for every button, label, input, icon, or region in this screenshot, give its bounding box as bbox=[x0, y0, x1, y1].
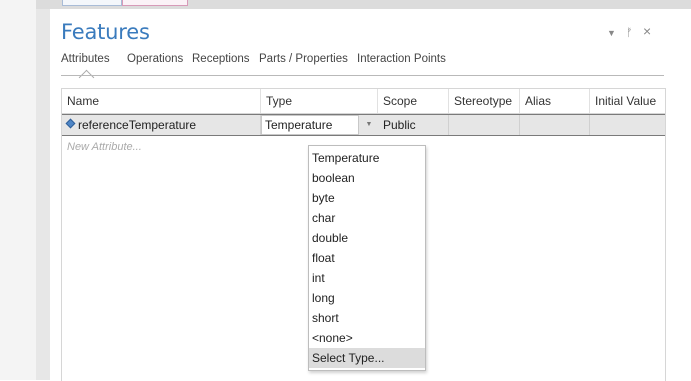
dropdown-option-long[interactable]: long bbox=[309, 288, 425, 308]
features-panel: Features ▼ ᚠ × Attributes Operations Rec… bbox=[50, 9, 691, 381]
dropdown-option-float[interactable]: float bbox=[309, 248, 425, 268]
dropdown-option-char[interactable]: char bbox=[309, 208, 425, 228]
tab-receptions[interactable]: Receptions bbox=[192, 53, 250, 65]
dropdown-option-temperature[interactable]: Temperature bbox=[309, 148, 425, 168]
type-dropdown-list: Temperature boolean byte char double flo… bbox=[308, 145, 426, 371]
dropdown-option-none[interactable]: <none> bbox=[309, 328, 425, 348]
column-header-type[interactable]: Type bbox=[261, 89, 378, 113]
dropdown-option-boolean[interactable]: boolean bbox=[309, 168, 425, 188]
tabs-divider bbox=[61, 75, 664, 76]
pin-icon[interactable]: ᚠ bbox=[626, 26, 633, 39]
column-header-scope[interactable]: Scope bbox=[378, 89, 449, 113]
column-header-alias[interactable]: Alias bbox=[520, 89, 590, 113]
type-dropdown-arrow-icon[interactable]: ▼ bbox=[359, 115, 379, 135]
doc-tab-fragment-2[interactable] bbox=[122, 0, 188, 6]
column-header-initial-value[interactable]: Initial Value bbox=[590, 89, 665, 113]
dropdown-option-double[interactable]: double bbox=[309, 228, 425, 248]
close-icon[interactable]: × bbox=[643, 23, 651, 39]
panel-title: Features bbox=[61, 20, 150, 44]
tab-operations[interactable]: Operations bbox=[127, 53, 183, 65]
panel-menu-icon[interactable]: ▼ bbox=[607, 28, 616, 38]
new-attribute-placeholder[interactable]: New Attribute... bbox=[67, 141, 142, 153]
column-header-stereotype[interactable]: Stereotype bbox=[449, 89, 520, 113]
tab-parts-properties[interactable]: Parts / Properties bbox=[259, 53, 348, 65]
cell-alias[interactable] bbox=[520, 115, 590, 135]
active-tab-indicator bbox=[78, 69, 95, 86]
dropdown-option-int[interactable]: int bbox=[309, 268, 425, 288]
attribute-name: referenceTemperature bbox=[78, 118, 197, 132]
cell-initial-value[interactable] bbox=[590, 115, 665, 135]
left-strip bbox=[36, 0, 50, 380]
cell-name[interactable]: referenceTemperature bbox=[62, 115, 261, 135]
dropdown-option-short[interactable]: short bbox=[309, 308, 425, 328]
table-row[interactable]: referenceTemperature Temperature ▼ Publi… bbox=[62, 114, 665, 136]
grid-header: Name Type Scope Stereotype Alias Initial… bbox=[62, 89, 665, 114]
feature-tabs: Attributes Operations Receptions Parts /… bbox=[61, 53, 691, 86]
left-gutter bbox=[0, 0, 36, 380]
column-header-name[interactable]: Name bbox=[62, 89, 261, 113]
dropdown-option-byte[interactable]: byte bbox=[309, 188, 425, 208]
dropdown-option-select-type[interactable]: Select Type... bbox=[309, 348, 425, 368]
type-combo-input[interactable]: Temperature bbox=[261, 115, 359, 135]
doc-tab-fragment-1[interactable] bbox=[62, 0, 122, 6]
tab-interaction-points[interactable]: Interaction Points bbox=[357, 53, 446, 65]
cell-stereotype[interactable] bbox=[449, 115, 520, 135]
tab-attributes[interactable]: Attributes bbox=[61, 53, 110, 65]
cell-scope[interactable]: Public bbox=[378, 115, 449, 135]
attribute-diamond-icon bbox=[65, 118, 76, 129]
